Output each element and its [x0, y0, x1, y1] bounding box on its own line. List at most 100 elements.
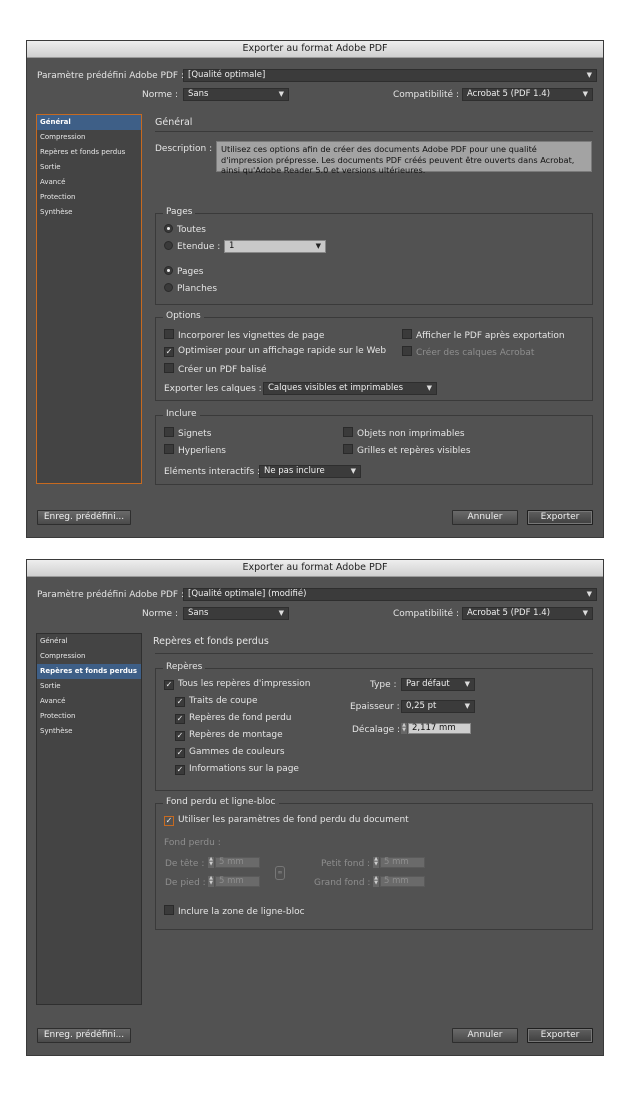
decalage-value[interactable]: 2,117 mm [408, 723, 471, 734]
sidebar-item-reperes[interactable]: Repères et fonds perdus [37, 145, 141, 160]
afficher-checkbox[interactable]: Afficher le PDF après exportation [402, 329, 565, 341]
elements-interactifs-value: Ne pas inclure [264, 466, 325, 476]
sidebar-item-protection[interactable]: Protection [37, 190, 141, 205]
sidebar-item-avance[interactable]: Avancé [37, 694, 141, 709]
etendue-label: Etendue : [177, 242, 221, 252]
export-pdf-dialog-marks: Exporter au format Adobe PDF Paramètre p… [26, 559, 604, 1056]
checkbox-empty-icon [343, 427, 353, 437]
stepper-arrows-icon: ▲ ▼ [208, 856, 214, 868]
chevron-down-icon: ▼ [464, 680, 470, 688]
montage-label: Repères de montage [189, 730, 283, 740]
chevron-down-icon: ▼ [586, 590, 592, 598]
checkmark-icon: ✓ [175, 714, 185, 724]
calques-acrobat-label: Créer des calques Acrobat [416, 348, 535, 358]
checkmark-icon: ✓ [175, 697, 185, 707]
elements-interactifs-label: Eléments interactifs : [164, 467, 261, 477]
etendue-input[interactable]: 1 ▼ [224, 240, 326, 253]
norme-value: Sans [188, 89, 209, 99]
norme-select[interactable]: Sans ▼ [183, 607, 289, 620]
decalage-stepper[interactable]: ▲ ▼ 2,117 mm [401, 723, 471, 734]
preset-value: [Qualité optimale] [188, 70, 266, 80]
traits-coupe-checkbox[interactable]: ✓ Traits de coupe [175, 696, 258, 707]
export-button[interactable]: Exporter [527, 510, 593, 525]
chain-link-icon[interactable]: ∞ [275, 866, 285, 880]
calques-acrobat-checkbox[interactable]: Créer des calques Acrobat [402, 346, 534, 358]
sidebar: Général Compression Repères et fonds per… [36, 114, 142, 484]
compat-select[interactable]: Acrobat 5 (PDF 1.4) ▼ [462, 88, 593, 101]
stepper-arrows-icon[interactable]: ▲ ▼ [401, 723, 407, 734]
grilles-checkbox[interactable]: Grilles et repères visibles [343, 444, 471, 456]
ligne-bloc-checkbox[interactable]: Inclure la zone de ligne-bloc [164, 905, 305, 917]
signets-checkbox[interactable]: Signets [164, 427, 211, 439]
export-button[interactable]: Exporter [527, 1028, 593, 1043]
hyperliens-label: Hyperliens [178, 446, 226, 456]
norme-select[interactable]: Sans ▼ [183, 88, 289, 101]
exporter-calques-select[interactable]: Calques visibles et imprimables ▼ [263, 382, 437, 395]
preset-label: Paramètre prédéfini Adobe PDF : [37, 590, 184, 600]
etendue-radio[interactable]: Etendue : [164, 241, 220, 252]
sidebar-item-reperes[interactable]: Repères et fonds perdus [37, 664, 141, 679]
pages-radio[interactable]: Pages [164, 266, 203, 277]
hyperliens-checkbox[interactable]: Hyperliens [164, 444, 226, 456]
sidebar-item-general[interactable]: Général [37, 634, 141, 649]
section-divider [155, 653, 593, 654]
checkmark-icon: ✓ [164, 816, 174, 826]
exporter-calques-value: Calques visibles et imprimables [268, 383, 404, 393]
radio-on-icon [164, 224, 173, 233]
fond-perdu-label: Repères de fond perdu [189, 713, 292, 723]
utiliser-fond-perdu-checkbox[interactable]: ✓ Utiliser les paramètres de fond perdu d… [164, 815, 409, 826]
pied-stepper[interactable]: ▲ ▼ 5 mm [208, 876, 260, 887]
preset-select[interactable]: [Qualité optimale] ▼ [183, 69, 597, 82]
chevron-down-icon: ▼ [426, 384, 432, 392]
cancel-button[interactable]: Annuler [452, 1028, 518, 1043]
radio-off-icon [164, 283, 173, 292]
sidebar-item-avance[interactable]: Avancé [37, 175, 141, 190]
infos-checkbox[interactable]: ✓ Informations sur la page [175, 764, 299, 775]
grand-fond-value: 5 mm [380, 876, 425, 887]
planches-radio[interactable]: Planches [164, 283, 217, 294]
elements-interactifs-select[interactable]: Ne pas inclure ▼ [259, 465, 361, 478]
gammes-checkbox[interactable]: ✓ Gammes de couleurs [175, 747, 285, 758]
optimiser-checkbox[interactable]: ✓ Optimiser pour un affichage rapide sur … [164, 346, 386, 357]
fond-perdu-checkbox[interactable]: ✓ Repères de fond perdu [175, 713, 292, 724]
options-group: Options Incorporer les vignettes de page… [155, 311, 593, 401]
montage-checkbox[interactable]: ✓ Repères de montage [175, 730, 283, 741]
sidebar-item-sortie[interactable]: Sortie [37, 160, 141, 175]
petit-fond-stepper[interactable]: ▲ ▼ 5 mm [373, 857, 425, 868]
radio-on-icon [164, 266, 173, 275]
reperes-group-title: Repères [163, 662, 206, 672]
balise-label: Créer un PDF balisé [178, 365, 267, 375]
sidebar-item-compression[interactable]: Compression [37, 130, 141, 145]
sidebar-item-synthese[interactable]: Synthèse [37, 724, 141, 739]
epaisseur-select[interactable]: 0,25 pt ▼ [401, 700, 475, 713]
tete-value: 5 mm [215, 857, 260, 868]
save-preset-button[interactable]: Enreg. prédéfini... [37, 1028, 131, 1043]
preset-select[interactable]: [Qualité optimale] (modifié) ▼ [183, 588, 597, 601]
chevron-down-icon: ▼ [350, 467, 356, 475]
save-preset-button[interactable]: Enreg. prédéfini... [37, 510, 131, 525]
infos-label: Informations sur la page [189, 764, 299, 774]
toutes-radio[interactable]: Toutes [164, 224, 206, 235]
compat-select[interactable]: Acrobat 5 (PDF 1.4) ▼ [462, 607, 593, 620]
vignettes-checkbox[interactable]: Incorporer les vignettes de page [164, 329, 324, 341]
utiliser-fond-perdu-label: Utiliser les paramètres de fond perdu du… [178, 815, 409, 825]
sidebar-item-sortie[interactable]: Sortie [37, 679, 141, 694]
sidebar-item-compression[interactable]: Compression [37, 649, 141, 664]
optimiser-label: Optimiser pour un affichage rapide sur l… [178, 346, 387, 356]
export-pdf-dialog-general: Exporter au format Adobe PDF Paramètre p… [26, 40, 604, 538]
signets-label: Signets [178, 429, 212, 439]
compat-label: Compatibilité : [393, 609, 459, 619]
tous-reperes-checkbox[interactable]: ✓ Tous les repères d'impression [164, 679, 311, 690]
sidebar-item-synthese[interactable]: Synthèse [37, 205, 141, 220]
objets-checkbox[interactable]: Objets non imprimables [343, 427, 465, 439]
balise-checkbox[interactable]: Créer un PDF balisé [164, 363, 267, 375]
tete-stepper[interactable]: ▲ ▼ 5 mm [208, 857, 260, 868]
sidebar-item-protection[interactable]: Protection [37, 709, 141, 724]
fond-perdu-group-title: Fond perdu et ligne-bloc [163, 797, 279, 807]
grand-fond-stepper[interactable]: ▲ ▼ 5 mm [373, 876, 425, 887]
type-select[interactable]: Par défaut ▼ [401, 678, 475, 691]
cancel-button[interactable]: Annuler [452, 510, 518, 525]
checkbox-empty-icon [402, 329, 412, 339]
sidebar-item-general[interactable]: Général [37, 115, 141, 130]
dialog-title: Exporter au format Adobe PDF [27, 560, 603, 577]
